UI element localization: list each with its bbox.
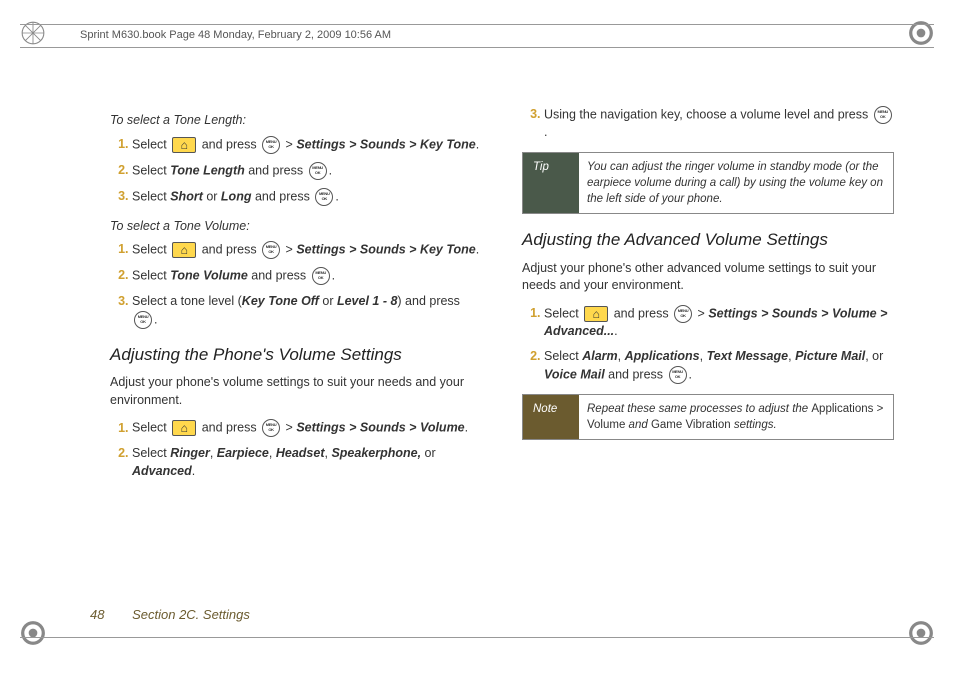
list-item: Select and press > Settings > Sounds > V…	[132, 419, 482, 437]
menu-ok-icon	[312, 267, 330, 285]
section-title: Adjusting the Phone's Volume Settings	[110, 343, 482, 367]
left-column: To select a Tone Length: Select and pres…	[110, 100, 482, 490]
note-callout: Note Repeat these same processes to adju…	[522, 394, 894, 440]
tip-body: You can adjust the ringer volume in stan…	[579, 153, 893, 213]
paragraph: Adjust your phone's volume settings to s…	[110, 374, 482, 409]
draft-corner-icon	[908, 620, 934, 646]
section-label: Section 2C. Settings	[132, 607, 250, 622]
list-item: Select Short or Long and press .	[132, 188, 482, 206]
paragraph: Adjust your phone's other advanced volum…	[522, 260, 894, 295]
menu-ok-icon	[309, 162, 327, 180]
page-footer: 48 Section 2C. Settings	[90, 606, 250, 624]
note-body: Repeat these same processes to adjust th…	[579, 395, 893, 439]
subheading: To select a Tone Length:	[110, 112, 482, 130]
menu-ok-icon	[262, 241, 280, 259]
menu-ok-icon	[674, 305, 692, 323]
list-item: Select and press > Settings > Sounds > K…	[132, 241, 482, 259]
list-item: Select Tone Volume and press .	[132, 267, 482, 285]
list-item: Select and press > Settings > Sounds > V…	[544, 305, 894, 341]
menu-ok-icon	[134, 311, 152, 329]
list-item: Using the navigation key, choose a volum…	[544, 106, 894, 142]
menu-ok-icon	[262, 136, 280, 154]
right-column: Using the navigation key, choose a volum…	[522, 100, 894, 490]
menu-ok-icon	[669, 366, 687, 384]
document-header: Sprint M630.book Page 48 Monday, Februar…	[20, 24, 934, 48]
list-item: Select Alarm, Applications, Text Message…	[544, 348, 894, 384]
list-item: Select Ringer, Earpiece, Headset, Speake…	[132, 445, 482, 480]
home-icon	[584, 306, 608, 322]
footer-rule	[20, 637, 934, 638]
subheading: To select a Tone Volume:	[110, 218, 482, 236]
note-label: Note	[523, 395, 579, 439]
menu-ok-icon	[262, 419, 280, 437]
header-text: Sprint M630.book Page 48 Monday, Februar…	[80, 28, 391, 43]
list-item: Select Tone Length and press .	[132, 162, 482, 180]
tip-label: Tip	[523, 153, 579, 213]
section-title: Adjusting the Advanced Volume Settings	[522, 228, 894, 252]
page-number: 48	[90, 607, 104, 622]
home-icon	[172, 137, 196, 153]
list-item: Select and press > Settings > Sounds > K…	[132, 136, 482, 154]
menu-ok-icon	[874, 106, 892, 124]
home-icon	[172, 420, 196, 436]
menu-ok-icon	[315, 188, 333, 206]
list-item: Select a tone level (Key Tone Off or Lev…	[132, 293, 482, 329]
tip-callout: Tip You can adjust the ringer volume in …	[522, 152, 894, 214]
draft-corner-icon	[20, 620, 46, 646]
home-icon	[172, 242, 196, 258]
